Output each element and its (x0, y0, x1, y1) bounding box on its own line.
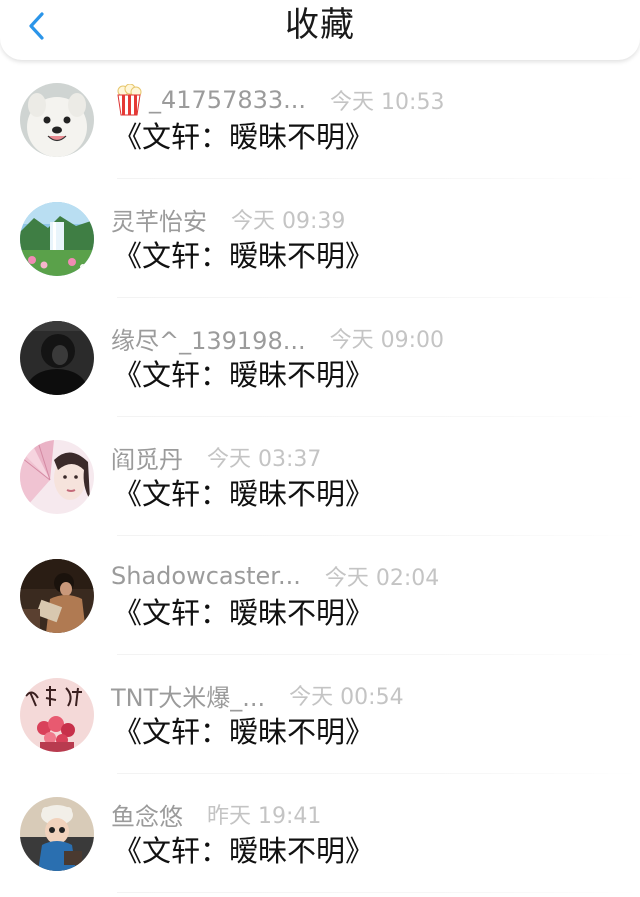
popcorn-icon (117, 84, 142, 116)
item-content[interactable]: 《文轩：暧昧不明》 (113, 475, 374, 513)
item-content[interactable]: 《文轩：暧昧不明》 (113, 594, 374, 632)
username[interactable]: TNT大米爆_... (111, 678, 265, 713)
username[interactable]: Shadowcaster... (111, 562, 301, 590)
item-meta: 阎觅丹 今天 03:37 (111, 440, 322, 475)
timestamp: 今天 09:39 (231, 209, 346, 234)
item-meta: 灵芊怡安 今天 09:39 (111, 202, 346, 237)
timestamp: 今天 02:04 (324, 566, 440, 591)
timestamp: 今天 00:54 (289, 685, 404, 710)
avatar[interactable] (20, 678, 94, 752)
woman-with-fan-image (20, 440, 94, 514)
list-item[interactable]: 鱼念悠 昨天 19:41 《文轩：暧昧不明》 (0, 774, 640, 893)
username[interactable]: 阎觅丹 (111, 440, 183, 475)
item-meta: 鱼念悠 昨天 19:41 (111, 797, 322, 832)
timestamp: 今天 03:37 (207, 447, 322, 472)
item-content[interactable]: 《文轩：暧昧不明》 (113, 118, 374, 156)
divider (117, 892, 640, 893)
avatar[interactable] (20, 797, 94, 871)
item-meta: 缘尽^_139198... 今天 09:00 (111, 321, 445, 356)
calligraphy-flowers-image (20, 678, 94, 752)
username[interactable]: _41757833... (149, 86, 306, 114)
avatar[interactable] (20, 321, 94, 395)
list-item[interactable]: Shadowcaster... 今天 02:04 《文轩：暧昧不明》 (0, 536, 640, 655)
timestamp: 今天 09:00 (329, 328, 445, 353)
waterfall-landscape-image (20, 202, 94, 276)
white-dog-image (20, 83, 94, 157)
avatar[interactable] (20, 440, 94, 514)
username[interactable]: 灵芊怡安 (111, 202, 207, 237)
list-item[interactable]: 阎觅丹 今天 03:37 《文轩：暧昧不明》 (0, 417, 640, 536)
list-item[interactable]: TNT大米爆_... 今天 00:54 《文轩：暧昧不明》 (0, 655, 640, 774)
item-meta: Shadowcaster... 今天 02:04 (111, 560, 439, 592)
username[interactable]: 鱼念悠 (111, 797, 183, 832)
top-bar: 收藏 (0, 0, 640, 60)
username[interactable]: 缘尽^_139198... (111, 321, 306, 356)
person-reading-image (20, 559, 94, 633)
favorites-list: _41757833... 今天 10:53 《文轩：暧昧不明》 灵芊怡安 今天 (0, 60, 640, 893)
item-meta: _41757833... 今天 10:53 (111, 84, 444, 116)
avatar[interactable] (20, 83, 94, 157)
timestamp: 昨天 19:41 (207, 804, 322, 829)
avatar[interactable] (20, 559, 94, 633)
list-item[interactable]: 灵芊怡安 今天 09:39 《文轩：暧昧不明》 (0, 179, 640, 298)
page-title: 收藏 (285, 5, 355, 45)
item-content[interactable]: 《文轩：暧昧不明》 (113, 713, 374, 751)
item-content[interactable]: 《文轩：暧昧不明》 (113, 356, 374, 394)
avatar[interactable] (20, 202, 94, 276)
item-meta: TNT大米爆_... 今天 00:54 (111, 678, 404, 713)
list-item[interactable]: 缘尽^_139198... 今天 09:00 《文轩：暧昧不明》 (0, 298, 640, 417)
item-content[interactable]: 《文轩：暧昧不明》 (113, 832, 374, 870)
timestamp: 今天 10:53 (330, 90, 445, 115)
cartoon-girl-image (20, 797, 94, 871)
list-item[interactable]: _41757833... 今天 10:53 《文轩：暧昧不明》 (0, 60, 640, 179)
dark-portrait-image (20, 321, 94, 395)
item-content[interactable]: 《文轩：暧昧不明》 (113, 237, 374, 275)
